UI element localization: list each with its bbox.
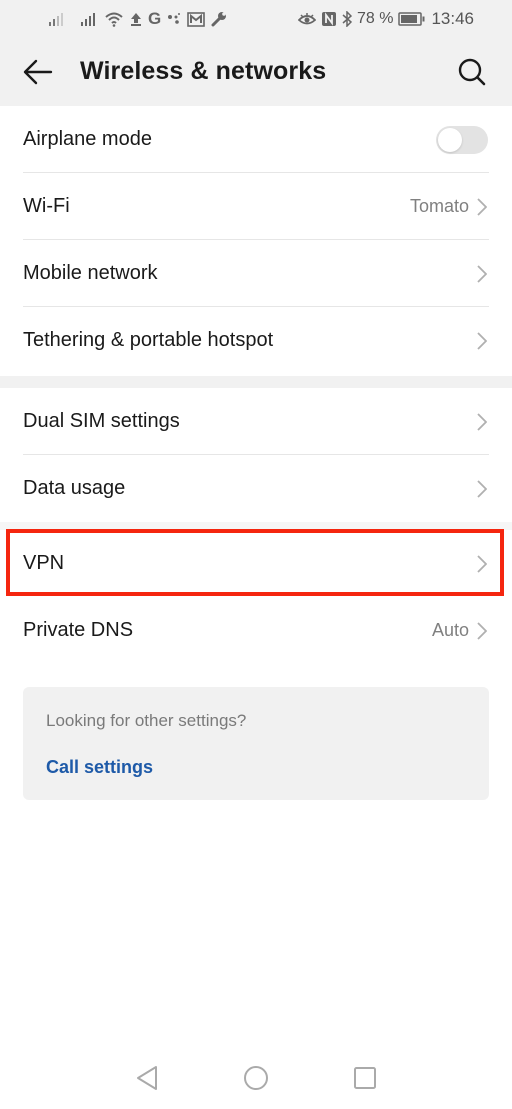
nav-home-button[interactable]: [243, 1065, 269, 1096]
row-label: Dual SIM settings: [23, 410, 180, 432]
clock: 13:46: [431, 9, 474, 28]
tethering-hotspot-row[interactable]: Tethering & portable hotspot: [0, 307, 512, 374]
nav-back-button[interactable]: [134, 1065, 160, 1096]
back-button[interactable]: [18, 54, 58, 94]
battery-icon: [398, 9, 426, 29]
chevron-right-icon: [475, 331, 489, 351]
search-button[interactable]: [452, 54, 492, 94]
chevron-right-icon: [475, 621, 489, 641]
row-label: Airplane mode: [23, 128, 152, 150]
settings-group-1: Airplane mode Wi-Fi Tomato Mobile networ…: [0, 106, 512, 374]
airplane-mode-toggle[interactable]: [436, 125, 488, 154]
signal-strong-icon: [80, 9, 98, 29]
wifi-row[interactable]: Wi-Fi Tomato: [0, 173, 512, 240]
nav-recents-button[interactable]: [352, 1066, 378, 1095]
call-settings-link[interactable]: Call settings: [46, 757, 153, 778]
google-icon: G: [148, 9, 162, 28]
status-bar-right: 78 % 13:46: [297, 8, 474, 30]
navigation-bar: [0, 1050, 512, 1109]
signal-weak-icon: [48, 9, 66, 29]
app-bar: Wireless & networks: [0, 40, 512, 106]
chevron-right-icon: [475, 197, 489, 217]
back-triangle-icon: [135, 1065, 159, 1096]
recents-square-icon: [353, 1066, 377, 1095]
eye-icon: [297, 9, 316, 29]
group-separator: [0, 376, 512, 388]
gallery-icon: [187, 9, 206, 29]
airplane-mode-row[interactable]: Airplane mode: [0, 106, 512, 173]
suggestion-card: Looking for other settings? Call setting…: [23, 687, 489, 800]
nfc-icon: [321, 9, 337, 29]
suggestion-hint: Looking for other settings?: [46, 711, 247, 730]
row-label: Wi-Fi: [23, 195, 70, 217]
settings-group-2: Dual SIM settings Data usage: [0, 388, 512, 522]
settings-group-3: VPN Private DNS Auto: [0, 530, 512, 664]
mobile-network-row[interactable]: Mobile network: [0, 240, 512, 307]
dual-sim-settings-row[interactable]: Dual SIM settings: [0, 388, 512, 455]
wifi-network-value: Tomato: [409, 196, 469, 216]
row-label: Tethering & portable hotspot: [23, 329, 274, 351]
arrow-left-icon: [23, 58, 53, 91]
row-label: VPN: [23, 552, 65, 574]
wrench-icon: [211, 9, 227, 29]
upload-icon: [130, 9, 142, 29]
dots-icon: [167, 9, 181, 29]
status-bar: G 78 % 13:46: [0, 0, 512, 40]
status-bar-left: G: [48, 8, 227, 30]
row-label: Data usage: [23, 477, 126, 499]
wifi-icon: [104, 9, 124, 29]
page-title: Wireless & networks: [80, 57, 327, 85]
data-usage-row[interactable]: Data usage: [0, 455, 512, 522]
bluetooth-icon: [342, 9, 352, 29]
battery-percent: 78 %: [356, 10, 394, 27]
toggle-knob: [438, 127, 462, 152]
chevron-right-icon: [475, 554, 489, 574]
chevron-right-icon: [475, 479, 489, 499]
search-icon: [457, 57, 487, 92]
home-circle-icon: [243, 1065, 269, 1096]
chevron-right-icon: [475, 264, 489, 284]
vpn-row[interactable]: VPN: [0, 530, 512, 597]
private-dns-value: Auto: [431, 620, 469, 640]
row-label: Private DNS: [23, 619, 134, 641]
private-dns-row[interactable]: Private DNS Auto: [0, 597, 512, 664]
chevron-right-icon: [475, 412, 489, 432]
row-label: Mobile network: [23, 262, 158, 284]
